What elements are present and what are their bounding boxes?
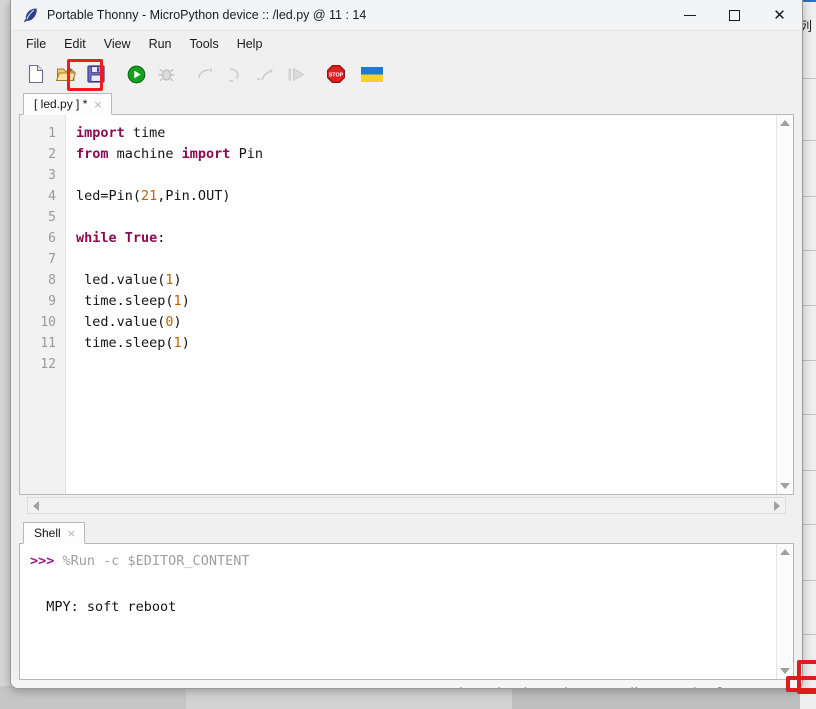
status-separator: • — [575, 686, 579, 688]
editor-horizontal-scrollbar[interactable] — [27, 497, 786, 514]
line-number: 3 — [48, 168, 56, 183]
line-number: 8 — [48, 273, 56, 288]
status-bar: MicroPython (ESP32) • Espressif CDC Devi… — [11, 680, 802, 688]
line-number: 7 — [48, 252, 56, 267]
step-out-icon — [253, 61, 279, 87]
code-line: time.sleep(1) — [76, 293, 190, 309]
toolbar: STOP — [11, 56, 802, 92]
menu-item-help[interactable]: Help — [228, 34, 272, 54]
taskbar-segment-right — [512, 686, 816, 709]
window-title: Portable Thonny - MicroPython device :: … — [47, 8, 367, 22]
close-icon[interactable]: ✕ — [757, 0, 802, 31]
code-text-area[interactable]: import time from machine import Pin led=P… — [66, 115, 776, 494]
scroll-up-arrow-icon[interactable] — [777, 115, 794, 131]
ukraine-flag-icon[interactable] — [359, 61, 385, 87]
svg-text:STOP: STOP — [329, 72, 344, 78]
line-number: 1 — [48, 126, 56, 141]
editor-tab-close-icon[interactable]: × — [93, 98, 102, 111]
step-over-icon — [193, 61, 219, 87]
shell-tabstrip: Shell × — [19, 521, 794, 544]
menu-item-run[interactable]: Run — [140, 34, 181, 54]
save-file-icon[interactable] — [83, 61, 109, 87]
debug-icon — [153, 61, 179, 87]
maximize-icon[interactable] — [712, 0, 757, 31]
editor-notebook: [ led.py ] * × 1 2 3 4 5 6 7 8 9 10 11 12 import ti… — [11, 92, 802, 514]
line-number: 5 — [48, 210, 56, 225]
shell-panel: Shell × >>> %Run -c $EDITOR_CONTENT MPY:… — [11, 514, 802, 680]
step-into-icon — [223, 61, 249, 87]
shell-tab-label: Shell — [34, 526, 61, 540]
code-line: import time — [76, 125, 166, 141]
shell-output[interactable]: >>> %Run -c $EDITOR_CONTENT MPY: soft re… — [19, 544, 794, 680]
editor-tab-label: [ led.py ] * — [34, 97, 88, 111]
taskbar-segment-mid — [186, 686, 512, 709]
minimize-icon[interactable] — [667, 0, 712, 31]
shell-tab[interactable]: Shell × — [23, 522, 85, 544]
line-number: 12 — [40, 357, 56, 372]
scroll-left-arrow-icon[interactable] — [28, 498, 44, 513]
open-file-icon[interactable] — [53, 61, 79, 87]
editor-tabstrip: [ led.py ] * × — [19, 92, 794, 115]
scroll-right-arrow-icon[interactable] — [769, 498, 785, 513]
feather-icon — [21, 6, 39, 24]
menu-bar: File Edit View Run Tools Help — [11, 31, 802, 56]
line-number-gutter: 1 2 3 4 5 6 7 8 9 10 11 12 — [20, 115, 66, 494]
code-line: from machine import Pin — [76, 146, 263, 162]
line-number: 4 — [48, 189, 56, 204]
code-line: while True: — [76, 230, 166, 246]
stop-icon[interactable]: STOP — [323, 61, 349, 87]
new-file-icon[interactable] — [23, 61, 49, 87]
line-number: 11 — [40, 336, 56, 351]
status-device[interactable]: Espressif CDC Device @ COM12 — [586, 686, 772, 688]
resume-icon — [283, 61, 309, 87]
corner-annotation-box-2 — [786, 676, 816, 692]
shell-line: MPY: soft reboot — [30, 599, 177, 615]
line-number: 10 — [40, 315, 56, 330]
menu-item-edit[interactable]: Edit — [55, 34, 95, 54]
taskbar-segment-left — [0, 686, 186, 709]
shell-line: >>> %Run -c $EDITOR_CONTENT — [30, 553, 250, 569]
shell-tab-close-icon[interactable]: × — [67, 527, 76, 540]
title-bar[interactable]: Portable Thonny - MicroPython device :: … — [11, 0, 802, 31]
menu-item-tools[interactable]: Tools — [181, 34, 228, 54]
shell-vertical-scrollbar[interactable] — [776, 544, 793, 679]
menu-item-file[interactable]: File — [17, 34, 55, 54]
line-number: 9 — [48, 294, 56, 309]
code-line: time.sleep(1) — [76, 335, 190, 351]
window-controls: ✕ — [667, 0, 802, 31]
shell-scroll-up-arrow-icon[interactable] — [777, 544, 794, 560]
line-number: 2 — [48, 147, 56, 162]
shell-text-area[interactable]: >>> %Run -c $EDITOR_CONTENT MPY: soft re… — [20, 544, 776, 679]
editor-tab-led-py[interactable]: [ led.py ] * × — [23, 93, 112, 115]
code-line: led=Pin(21,Pin.OUT) — [76, 188, 231, 204]
thonny-window: Portable Thonny - MicroPython device :: … — [10, 0, 803, 689]
code-line: led.value(0) — [76, 314, 182, 330]
editor-vertical-scrollbar[interactable] — [776, 115, 793, 494]
code-line: led.value(1) — [76, 272, 182, 288]
run-icon[interactable] — [123, 61, 149, 87]
scroll-down-arrow-icon[interactable] — [777, 478, 794, 494]
menu-item-view[interactable]: View — [95, 34, 140, 54]
code-editor[interactable]: 1 2 3 4 5 6 7 8 9 10 11 12 import time from machine … — [19, 115, 794, 495]
status-interpreter[interactable]: MicroPython (ESP32) — [449, 686, 569, 688]
line-number: 6 — [48, 231, 56, 246]
